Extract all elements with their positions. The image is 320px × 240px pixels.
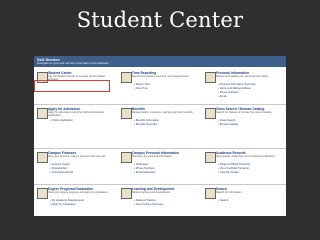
tile-description: Report time worked, view time, and reque… xyxy=(132,75,190,78)
tile-link[interactable]: Email Addresses xyxy=(134,171,155,174)
tile-link[interactable]: Class Search xyxy=(218,119,235,122)
magnifier-icon xyxy=(205,188,216,199)
tile-campus-finances[interactable]: Campus Finances View your account, make … xyxy=(36,150,118,186)
tile-description: Review training and development. xyxy=(132,191,172,194)
student-center-highlight-box xyxy=(34,80,110,92)
tile-description: Review and update your personal informat… xyxy=(216,75,269,78)
tile-link[interactable]: Request Official Transcript xyxy=(218,163,250,166)
tile-link[interactable]: Apply for Graduation xyxy=(50,203,76,206)
search-icon xyxy=(205,108,216,119)
tile-description: Search for information. xyxy=(216,191,243,194)
tile-academic-records[interactable]: Academic Records View grades, transcript… xyxy=(204,150,286,186)
application-icon xyxy=(37,108,48,119)
tile-link[interactable]: Addresses xyxy=(134,163,148,166)
divider xyxy=(34,104,286,105)
tile-class-search[interactable]: Class Search / Browse Catalog Search for… xyxy=(204,106,286,142)
page-header: Self Service Navigate to your self-servi… xyxy=(34,56,286,67)
tile-link[interactable]: Benefits Information xyxy=(134,119,159,122)
tile-link[interactable]: My Academic Requirements xyxy=(50,199,84,202)
graduation-cap-icon xyxy=(37,188,48,199)
tile-link[interactable]: Financial Aid xyxy=(50,167,67,170)
tile-link[interactable]: Phone Numbers xyxy=(218,91,239,94)
tile-time-reporting[interactable]: Time Reporting Report time worked, view … xyxy=(120,70,202,106)
tile-link[interactable]: Phone Numbers xyxy=(134,167,155,170)
records-icon xyxy=(205,152,216,163)
tile-link[interactable]: Search xyxy=(218,199,228,202)
tile-link[interactable]: View Financial Aid xyxy=(50,171,73,174)
tile-apply-admission[interactable]: Apply for Admission Apply for admission … xyxy=(36,106,118,142)
tile-description: View grades, transcripts and enrollment … xyxy=(216,155,276,158)
tile-description: View your account, make a payment and vi… xyxy=(48,155,106,158)
tile-description: Review health, insurance, savings and ot… xyxy=(132,111,194,114)
tile-degree-progress[interactable]: Degree Progress/Graduation View your deg… xyxy=(36,186,118,216)
tile-search[interactable]: Search Search for information. Search xyxy=(204,186,286,216)
tile-link[interactable]: View Unofficial Transcript xyxy=(218,167,249,170)
tile-campus-personal-information[interactable]: Campus Personal Information Maintain you… xyxy=(120,150,202,186)
tile-link[interactable]: Report Time xyxy=(134,83,150,86)
tile-link[interactable]: Request Training xyxy=(134,199,156,202)
tile-description: View your degree progress and apply for … xyxy=(48,191,109,194)
divider xyxy=(34,184,286,185)
contact-card-icon xyxy=(121,152,132,163)
tile-link[interactable]: View My Grades xyxy=(218,171,239,174)
tile-link[interactable]: Online Application xyxy=(50,119,73,122)
tile-link[interactable]: Personal Information Summary xyxy=(218,83,256,86)
tile-link[interactable]: View Training Summary xyxy=(134,203,163,206)
divider xyxy=(34,148,286,149)
screenshot-panel: Self Service Navigate to your self-servi… xyxy=(34,56,286,216)
tile-link[interactable]: Email xyxy=(218,95,227,98)
tile-link[interactable]: Browse Catalog xyxy=(218,123,238,126)
tile-link[interactable]: Home and Mailing Address xyxy=(218,87,251,90)
learning-icon xyxy=(121,188,132,199)
finances-icon xyxy=(37,152,48,163)
tile-description: Apply for admission using the Online Adm… xyxy=(48,111,104,117)
tile-description: Search for classes or browse the course … xyxy=(216,111,273,114)
benefits-icon xyxy=(121,108,132,119)
tile-link[interactable]: Account Inquiry xyxy=(50,163,70,166)
tile-personal-information[interactable]: Personal Information Review and update y… xyxy=(204,70,286,106)
tile-link[interactable]: Benefits Summary xyxy=(134,123,157,126)
clock-icon xyxy=(121,72,132,83)
slide-title: Student Center xyxy=(76,8,244,32)
person-icon xyxy=(205,72,216,83)
tile-description: Maintain your personal information. xyxy=(132,155,173,158)
tile-learning-development[interactable]: Learning and Development Review training… xyxy=(120,186,202,216)
tile-benefits[interactable]: Benefits Review health, insurance, savin… xyxy=(120,106,202,142)
tile-link[interactable]: View Time xyxy=(134,87,148,90)
page-header-subtitle: Navigate to your self-service informatio… xyxy=(37,61,109,65)
